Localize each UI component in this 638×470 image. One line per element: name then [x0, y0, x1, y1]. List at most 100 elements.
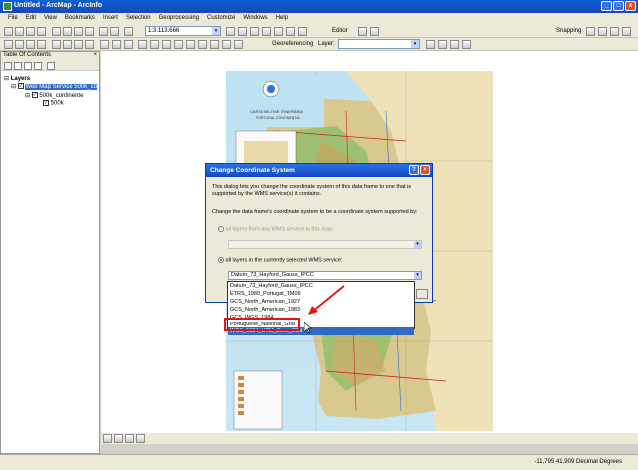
go-back-icon[interactable]: [74, 40, 83, 49]
tree-item-500k[interactable]: ✓ 500k: [43, 100, 64, 107]
map-scale-combo[interactable]: 1:3.113.666 ▾: [145, 26, 221, 36]
modelbuilder-icon[interactable]: [298, 27, 307, 36]
time-slider-icon[interactable]: [222, 40, 231, 49]
menu-customize[interactable]: Customize: [203, 13, 239, 25]
layers-label: Layers: [10, 76, 31, 82]
go-forward-icon[interactable]: [85, 40, 94, 49]
add-control-points-icon[interactable]: [450, 40, 459, 49]
tree-item-500k-continente[interactable]: ⊟ ✓ 500k_continente: [25, 92, 83, 99]
new-map-icon[interactable]: [4, 27, 13, 36]
create-viewer-window-icon[interactable]: [234, 40, 243, 49]
hyperlink-icon[interactable]: [198, 40, 207, 49]
menu-bookmarks[interactable]: Bookmarks: [61, 13, 99, 25]
window-title: Untitled - ArcMap - ArcInfo: [14, 2, 103, 9]
edit-annotation-icon[interactable]: [370, 27, 379, 36]
radio-all-wms-services[interactable]: all layers from any WMS service in this …: [218, 226, 433, 233]
menu-file[interactable]: File: [4, 13, 22, 25]
minimize-button[interactable]: _: [601, 1, 612, 11]
collapse-icon[interactable]: ⊟: [25, 93, 30, 99]
toc-window-icon[interactable]: [238, 27, 247, 36]
view-link-table-icon[interactable]: [462, 40, 471, 49]
find-icon[interactable]: [150, 40, 159, 49]
undo-icon[interactable]: [99, 27, 108, 36]
copy-icon[interactable]: [63, 27, 72, 36]
rotate-icon[interactable]: [426, 40, 435, 49]
visibility-checkbox[interactable]: ✓: [31, 92, 38, 99]
snapping-menu[interactable]: Snapping: [556, 28, 581, 34]
zoom-out-icon[interactable]: [15, 40, 24, 49]
editor-menu[interactable]: Editor: [332, 28, 348, 34]
menu-edit[interactable]: Edit: [22, 13, 40, 25]
shift-icon[interactable]: [438, 40, 447, 49]
maximize-button[interactable]: □: [613, 1, 624, 11]
identify-icon[interactable]: [138, 40, 147, 49]
menu-view[interactable]: View: [40, 13, 61, 25]
georef-layer-combo[interactable]: ▾: [338, 39, 420, 49]
toc-title: Table Of Contents: [3, 52, 52, 58]
delete-icon[interactable]: [85, 27, 94, 36]
zoom-in-icon[interactable]: [4, 40, 13, 49]
collapse-icon[interactable]: ⊟: [4, 76, 9, 82]
edit-tool-icon[interactable]: [358, 27, 367, 36]
options-icon[interactable]: [47, 62, 55, 70]
measure-icon[interactable]: [186, 40, 195, 49]
python-window-icon[interactable]: [286, 27, 295, 36]
visibility-checkbox[interactable]: ✓: [43, 100, 49, 106]
find-route-icon[interactable]: [162, 40, 171, 49]
visibility-checkbox[interactable]: ✓: [17, 83, 24, 90]
fixed-zoom-out-icon[interactable]: [63, 40, 72, 49]
pan-icon[interactable]: [26, 40, 35, 49]
list-by-selection-icon[interactable]: [34, 62, 42, 70]
close-window-button[interactable]: x: [625, 1, 636, 11]
radio-button[interactable]: [218, 257, 224, 263]
menu-geoprocessing[interactable]: Geoprocessing: [155, 13, 203, 25]
collapse-icon[interactable]: ⊟: [11, 84, 16, 90]
radio-selected-wms-service[interactable]: all layers in the currently selected WMS…: [218, 257, 433, 264]
layer-label: Layer:: [318, 41, 335, 47]
print-icon[interactable]: [37, 27, 46, 36]
edge-snapping-icon[interactable]: [622, 27, 631, 36]
dialog-close-button[interactable]: ×: [420, 165, 430, 175]
layout-view-bar: [101, 433, 638, 444]
end-snapping-icon[interactable]: [598, 27, 607, 36]
radio-button[interactable]: [218, 226, 224, 232]
full-extent-icon[interactable]: [37, 40, 46, 49]
catalog-window-icon[interactable]: [250, 27, 259, 36]
clear-selection-icon[interactable]: [112, 40, 121, 49]
save-icon[interactable]: [26, 27, 35, 36]
select-elements-icon[interactable]: [124, 40, 133, 49]
data-view-icon[interactable]: [103, 434, 112, 443]
layout-view-icon[interactable]: [114, 434, 123, 443]
help-button[interactable]: ?: [409, 165, 419, 175]
cut-icon[interactable]: [52, 27, 61, 36]
select-features-icon[interactable]: [100, 40, 109, 49]
redo-icon[interactable]: [110, 27, 119, 36]
list-by-source-icon[interactable]: [14, 62, 22, 70]
pause-drawing-icon[interactable]: [136, 434, 145, 443]
menu-selection[interactable]: Selection: [122, 13, 155, 25]
menu-insert[interactable]: Insert: [99, 13, 122, 25]
toc-close-icon[interactable]: ×: [93, 52, 97, 58]
chevron-down-icon[interactable]: ▾: [414, 272, 421, 279]
list-by-visibility-icon[interactable]: [24, 62, 32, 70]
coordinate-system-dropdown[interactable]: Datum_73_Hayford_Gauss_IPCC ▾: [228, 271, 422, 280]
go-to-xy-icon[interactable]: [174, 40, 183, 49]
tree-item-layers[interactable]: ⊟ Layers: [4, 75, 30, 82]
dialog-button-partial[interactable]: [416, 289, 428, 299]
refresh-icon[interactable]: [125, 434, 134, 443]
list-by-drawing-order-icon[interactable]: [4, 62, 12, 70]
vertex-snapping-icon[interactable]: [610, 27, 619, 36]
fixed-zoom-in-icon[interactable]: [52, 40, 61, 49]
search-window-icon[interactable]: [262, 27, 271, 36]
menu-windows[interactable]: Windows: [239, 13, 271, 25]
georeferencing-menu[interactable]: Georeferencing: [272, 41, 313, 47]
add-data-icon[interactable]: [124, 27, 133, 36]
open-icon[interactable]: [15, 27, 24, 36]
tree-item-web-map-service[interactable]: ⊟ ✓ Web Map Service 500k_co: [11, 83, 97, 90]
paste-icon[interactable]: [74, 27, 83, 36]
point-snapping-icon[interactable]: [586, 27, 595, 36]
arctoolbox-icon[interactable]: [274, 27, 283, 36]
editor-toolbar-icon[interactable]: [226, 27, 235, 36]
menu-help[interactable]: Help: [272, 13, 292, 25]
html-popup-icon[interactable]: [210, 40, 219, 49]
